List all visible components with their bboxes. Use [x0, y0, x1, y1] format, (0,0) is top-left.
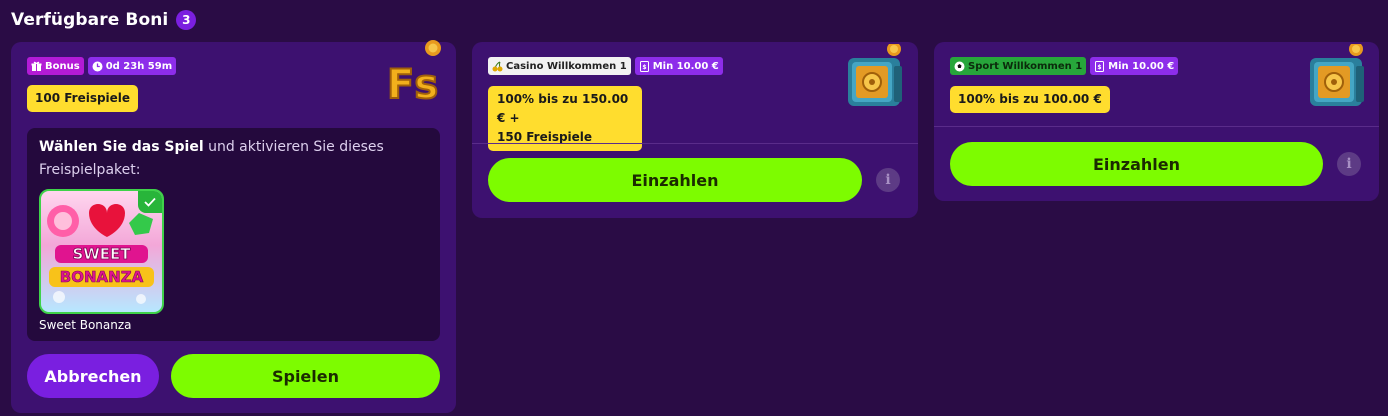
info-icon[interactable]: i	[1337, 152, 1361, 176]
gift-icon	[31, 61, 42, 72]
min-deposit-label: Min 10.00 €	[1108, 60, 1175, 72]
clock-icon	[92, 61, 103, 72]
casino-bonus-label: 100% bis zu 150.00 € + 150 Freispiele	[488, 86, 642, 151]
svg-text:SWEET: SWEET	[72, 245, 131, 263]
game-select-panel: Wählen Sie das Spiel und aktivieren Sie …	[27, 128, 440, 341]
game-tile-sweet-bonanza[interactable]: SWEET BONANZA	[39, 189, 164, 314]
min-deposit-tag: $ Min 10.00 €	[1090, 57, 1179, 75]
section-header: Verfügbare Boni 3	[11, 10, 197, 30]
bonus-card-casino: Casino Willkommen 1 $ Min 10.00 € 100% b…	[472, 42, 918, 218]
sport-bonus-label: 100% bis zu 100.00 €	[950, 86, 1110, 113]
game-select-instruction: Wählen Sie das Spiel und aktivieren Sie …	[39, 139, 384, 178]
deposit-icon: $	[639, 60, 650, 72]
timer-label: 0d 23h 59m	[105, 60, 173, 72]
play-button[interactable]: Spielen	[171, 354, 440, 398]
bonus-card-freespins: Bonus 0d 23h 59m Fs 100 Freispiele Wähle…	[11, 40, 456, 413]
card-divider	[472, 143, 918, 144]
bonus-type-label: Bonus	[45, 60, 80, 72]
bonus-card-sport: Sport Willkommen 1 $ Min 10.00 € 100% bi…	[934, 42, 1379, 201]
svg-text:$: $	[642, 64, 646, 71]
bonus-type-tag: Bonus	[27, 57, 84, 75]
casino-welcome-tag: Casino Willkommen 1	[488, 57, 631, 75]
bonus-tags: Sport Willkommen 1 $ Min 10.00 €	[950, 57, 1179, 75]
timer-tag: 0d 23h 59m	[87, 57, 177, 75]
section-title: Verfügbare Boni	[11, 10, 169, 30]
sport-welcome-label: Sport Willkommen 1	[968, 60, 1083, 72]
svg-text:BONANZA: BONANZA	[60, 268, 144, 286]
svg-text:Fs: Fs	[387, 62, 438, 108]
deposit-icon: $	[1094, 60, 1105, 72]
freespins-label: 100 Freispiele	[27, 85, 139, 112]
cherry-icon	[492, 61, 503, 72]
svg-text:$: $	[1098, 64, 1102, 71]
freespins-icon: Fs	[386, 40, 441, 108]
deposit-button-sport[interactable]: Einzahlen	[950, 142, 1323, 186]
deposit-button-casino[interactable]: Einzahlen	[488, 158, 862, 202]
safe-icon	[1310, 44, 1364, 106]
min-deposit-label: Min 10.00 €	[652, 60, 719, 72]
game-name: Sweet Bonanza	[39, 318, 132, 332]
safe-icon	[848, 44, 902, 106]
selected-check-icon	[138, 191, 162, 213]
bonus-tags: Bonus 0d 23h 59m	[27, 57, 177, 75]
info-icon[interactable]: i	[876, 168, 900, 192]
bonus-tags: Casino Willkommen 1 $ Min 10.00 €	[488, 57, 723, 75]
card-divider	[934, 126, 1379, 127]
min-deposit-tag: $ Min 10.00 €	[634, 57, 723, 75]
cancel-button[interactable]: Abbrechen	[27, 354, 159, 398]
sport-welcome-tag: Sport Willkommen 1	[950, 57, 1087, 75]
casino-welcome-label: Casino Willkommen 1	[506, 60, 627, 72]
bonus-count-badge: 3	[176, 10, 197, 30]
soccer-ball-icon	[954, 61, 965, 72]
